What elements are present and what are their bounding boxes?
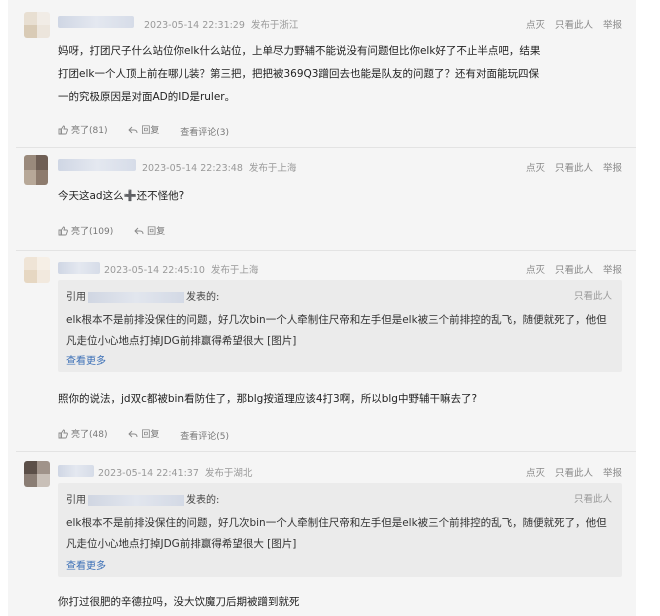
- reply-button[interactable]: 回复: [128, 427, 159, 440]
- post-date: 2023-05-14 22:45:10: [104, 265, 205, 276]
- view-more-link[interactable]: 查看更多: [66, 557, 106, 572]
- quote-only-this-user-link[interactable]: 只看此人: [574, 288, 612, 302]
- like-button[interactable]: 亮了(48): [58, 427, 107, 440]
- post-ops: 点灭 只看此人 举报: [516, 262, 622, 276]
- avatar[interactable]: [24, 257, 50, 283]
- divider: [16, 250, 636, 251]
- comment-text: 今天这ad这么➕还不怪他?: [58, 190, 185, 202]
- post-meta: 2023-05-14 22:23:48 发布于上海: [142, 160, 296, 174]
- quoted-username[interactable]: [88, 291, 184, 303]
- like-label: 亮了(81): [71, 126, 108, 136]
- report-link[interactable]: 举报: [603, 265, 622, 276]
- quote-suffix: 发表的:: [186, 292, 220, 303]
- quote-prefix: 引用: [66, 292, 86, 303]
- reply-icon: [128, 430, 138, 437]
- quote-header: 引用 发表的:: [66, 288, 219, 303]
- scrollbar[interactable]: [636, 0, 660, 616]
- quote-suffix: 发表的:: [186, 495, 220, 506]
- like-label: 亮了(109): [71, 227, 114, 237]
- post-meta: 2023-05-14 22:45:10 发布于上海: [104, 262, 258, 276]
- report-link[interactable]: 举报: [603, 163, 622, 174]
- quoted-comment: 引用 发表的: 只看此人 elk根本不是前排没保住的问题，好几次bin一个人牵制住…: [58, 483, 622, 577]
- quoted-comment: 引用 发表的: 只看此人 elk根本不是前排没保住的问题，好几次bin一个人牵制住…: [58, 280, 622, 372]
- like-button[interactable]: 亮了(109): [58, 224, 113, 237]
- post-ops: 点灭 只看此人 举报: [516, 160, 622, 174]
- only-this-user-link[interactable]: 只看此人: [555, 163, 593, 174]
- comment-actions: 亮了(81) 回复 查看评论(3): [58, 123, 247, 138]
- username[interactable]: [58, 465, 94, 477]
- post-location: 发布于上海: [210, 265, 259, 276]
- post-date: 2023-05-14 22:41:37: [98, 468, 199, 479]
- username[interactable]: [58, 16, 134, 28]
- post-meta: 2023-05-14 22:41:37 发布于湖北: [98, 465, 252, 479]
- post-ops: 点灭 只看此人 举报: [516, 465, 622, 479]
- quote-text: elk根本不是前排没保住的问题，好几次bin一个人牵制住尺帝和左手但是elk被三…: [66, 517, 607, 550]
- quoted-username[interactable]: [88, 494, 184, 506]
- light-off-link[interactable]: 点灭: [526, 468, 545, 479]
- quote-only-this-user-link[interactable]: 只看此人: [574, 491, 612, 505]
- report-link[interactable]: 举报: [603, 468, 622, 479]
- thumbs-up-icon: [58, 226, 68, 235]
- only-this-user-link[interactable]: 只看此人: [555, 468, 593, 479]
- username[interactable]: [58, 262, 100, 274]
- comment-text: 你打过很肥的辛德拉吗，没大饮魔刀后期被蹭到就死: [58, 596, 300, 608]
- comment-actions: 亮了(48) 回复 查看评论(5): [58, 427, 247, 442]
- view-comments-button[interactable]: 查看评论(3): [180, 125, 229, 138]
- only-this-user-link[interactable]: 只看此人: [555, 265, 593, 276]
- only-this-user-link[interactable]: 只看此人: [555, 20, 593, 31]
- quote-text: elk根本不是前排没保住的问题，好几次bin一个人牵制住尺帝和左手但是elk被三…: [66, 314, 607, 347]
- divider: [16, 451, 636, 452]
- report-link[interactable]: 举报: [603, 20, 622, 31]
- quote-header: 引用 发表的:: [66, 491, 219, 506]
- username[interactable]: [58, 159, 136, 171]
- post-location: 发布于浙江: [250, 20, 299, 31]
- divider: [16, 147, 636, 148]
- reply-icon: [128, 126, 138, 133]
- view-comments-button[interactable]: 查看评论(5): [180, 429, 229, 442]
- post-location: 发布于上海: [248, 163, 297, 174]
- thumbs-up-icon: [58, 429, 68, 438]
- light-off-link[interactable]: 点灭: [526, 265, 545, 276]
- like-button[interactable]: 亮了(81): [58, 123, 107, 136]
- post-date: 2023-05-14 22:23:48: [142, 163, 243, 174]
- comment-list: 2023-05-14 22:31:29 发布于浙江 点灭 只看此人 举报 妈呀，打团尺…: [8, 0, 636, 616]
- reply-button[interactable]: 回复: [134, 224, 165, 237]
- light-off-link[interactable]: 点灭: [526, 163, 545, 174]
- reply-label: 回复: [141, 126, 160, 136]
- comment-text: 妈呀，打团尺子什么站位你elk什么站位，上单尽力野辅不能说没有问题但比你elk好…: [58, 45, 541, 103]
- post-ops: 点灭 只看此人 举报: [516, 17, 622, 31]
- thumbs-up-icon: [58, 125, 68, 134]
- light-off-link[interactable]: 点灭: [526, 20, 545, 31]
- reply-label: 回复: [141, 430, 160, 440]
- reply-label: 回复: [147, 227, 166, 237]
- post-date: 2023-05-14 22:31:29: [144, 20, 245, 31]
- reply-icon: [134, 227, 144, 234]
- post-location: 发布于湖北: [204, 468, 253, 479]
- like-label: 亮了(48): [71, 430, 108, 440]
- avatar[interactable]: [24, 155, 48, 185]
- post-meta: 2023-05-14 22:31:29 发布于浙江: [144, 17, 298, 31]
- quote-prefix: 引用: [66, 495, 86, 506]
- view-more-link[interactable]: 查看更多: [66, 352, 106, 367]
- comment-actions: 亮了(109) 回复: [58, 224, 183, 239]
- avatar[interactable]: [24, 12, 50, 38]
- avatar[interactable]: [24, 461, 50, 487]
- reply-button[interactable]: 回复: [128, 123, 159, 136]
- comment-text: 照你的说法，jd双c都被bin看防住了，那blg按道理应该4打3啊，所以blg中…: [58, 393, 478, 405]
